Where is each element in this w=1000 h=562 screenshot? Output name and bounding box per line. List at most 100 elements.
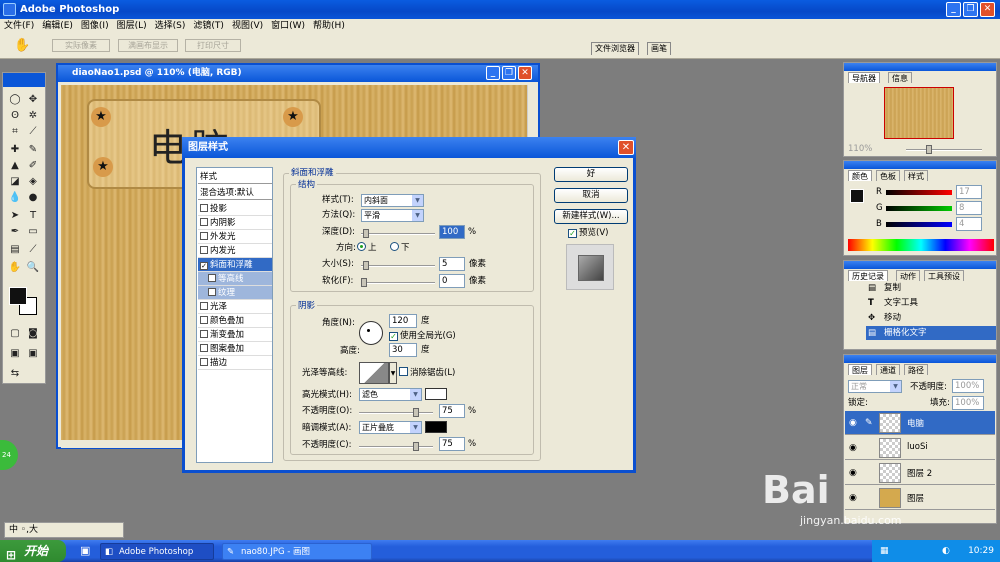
depth-slider-thumb[interactable] — [363, 229, 369, 238]
quickmask-mode-icon[interactable]: ◙ — [25, 327, 41, 341]
checkbox[interactable] — [200, 330, 208, 338]
soften-input[interactable]: 0 — [439, 274, 465, 288]
menu-select[interactable]: 选择(S) — [151, 19, 190, 34]
direction-down-radio[interactable]: 下 — [390, 242, 410, 254]
layer-row[interactable]: ◉ luoSi — [845, 436, 995, 460]
dialog-title-bar[interactable]: 图层样式 — [182, 137, 636, 158]
navigator-zoom[interactable]: 110% — [848, 143, 872, 155]
clock[interactable]: 10:29 — [968, 546, 994, 556]
history-item-selected[interactable]: ▤ 栅格化文字 — [866, 326, 996, 340]
eye-icon[interactable]: ◉ — [849, 468, 857, 478]
blue-input[interactable]: 4 — [956, 217, 982, 231]
gloss-contour-picker[interactable] — [359, 362, 389, 384]
path-select-icon[interactable]: ➤ — [7, 209, 23, 223]
tab-info[interactable]: 信息 — [888, 72, 912, 83]
style-item-inner-glow[interactable]: 内发光 — [198, 244, 272, 258]
soften-slider-thumb[interactable] — [361, 278, 367, 287]
highlight-opacity-thumb[interactable] — [413, 408, 419, 417]
new-style-button[interactable]: 新建样式(W)... — [554, 209, 628, 224]
checkbox[interactable] — [200, 204, 208, 212]
tab-swatches[interactable]: 色板 — [876, 170, 900, 181]
radio[interactable] — [390, 242, 399, 251]
highlight-opacity-slider[interactable] — [359, 408, 433, 417]
tab-history[interactable]: 历史记录 — [848, 270, 888, 281]
bevel-style-select[interactable]: 内斜面 ▼ — [361, 194, 424, 207]
floating-badge[interactable]: 24 — [0, 440, 18, 470]
zoom-tool-icon[interactable]: 🔍 — [25, 261, 41, 275]
menu-image[interactable]: 图像(I) — [77, 19, 113, 34]
checkbox[interactable] — [200, 302, 208, 310]
fill-input[interactable]: 100% — [952, 396, 984, 410]
checkbox-checked[interactable]: ✓ — [200, 262, 208, 270]
doc-close-button[interactable]: ✕ — [518, 66, 532, 80]
tab-layers[interactable]: 图层 — [848, 364, 872, 375]
taskbar-item-paint[interactable]: ✎ nao80.JPG - 画图 — [222, 543, 372, 560]
fullscreen-mode-icon[interactable]: ▣ — [25, 347, 41, 361]
close-button[interactable]: ✕ — [980, 2, 995, 17]
tray-icon[interactable]: ▦ — [880, 540, 889, 562]
angle-input[interactable]: 120 — [389, 314, 417, 328]
checkbox[interactable] — [208, 288, 216, 296]
opacity-input[interactable]: 100% — [952, 379, 984, 393]
checkbox[interactable] — [200, 316, 208, 324]
checkbox[interactable] — [200, 218, 208, 226]
checkbox[interactable] — [208, 274, 216, 282]
taskbar-item-photoshop[interactable]: ◧ Adobe Photoshop — [100, 543, 214, 560]
size-slider-thumb[interactable] — [363, 261, 369, 270]
lasso-tool-icon[interactable]: ʘ — [7, 109, 23, 123]
checkbox[interactable] — [200, 246, 208, 254]
eye-icon[interactable]: ◉ — [849, 443, 857, 453]
preview-checkbox[interactable]: ✓ 预览(V) — [568, 227, 608, 239]
dialog-close-button[interactable]: ✕ — [618, 140, 634, 155]
tab-paths[interactable]: 路径 — [904, 364, 928, 375]
navigator-zoom-slider[interactable] — [906, 145, 982, 154]
quicklaunch-icon[interactable]: ▣ — [80, 544, 90, 557]
technique-select[interactable]: 平滑 ▼ — [361, 209, 424, 222]
highlight-mode-select[interactable]: 滤色 ▼ — [359, 388, 422, 401]
history-item[interactable]: ▤ 复制 — [866, 281, 996, 295]
style-item-texture[interactable]: 纹理 — [198, 286, 272, 300]
pen-tool-icon[interactable]: ✒ — [7, 225, 23, 239]
altitude-input[interactable]: 30 — [389, 343, 417, 357]
styles-header[interactable]: 样式 — [198, 170, 272, 184]
red-slider[interactable] — [886, 190, 952, 195]
history-brush-icon[interactable]: ✐ — [25, 159, 41, 173]
tab-actions[interactable]: 动作 — [896, 270, 920, 281]
shadow-color-swatch[interactable] — [425, 421, 447, 433]
blend-mode-select[interactable]: 正常 ▼ — [848, 380, 902, 393]
size-input[interactable]: 5 — [439, 257, 465, 271]
chevron-down-icon[interactable]: ▼ — [389, 362, 397, 384]
blur-tool-icon[interactable]: 💧 — [7, 191, 23, 205]
imageready-icon[interactable]: ⇆ — [7, 367, 23, 381]
eye-icon[interactable]: ◉ — [849, 493, 857, 503]
style-item-drop-shadow[interactable]: 投影 — [198, 202, 272, 216]
menu-window[interactable]: 窗口(W) — [267, 19, 309, 34]
fg-color-swatch[interactable] — [850, 189, 864, 203]
menu-view[interactable]: 视图(V) — [228, 19, 267, 34]
checkbox[interactable] — [200, 344, 208, 352]
soften-slider[interactable] — [361, 278, 435, 287]
style-item-gradient-overlay[interactable]: 渐变叠加 — [198, 328, 272, 342]
hand-tool-icon[interactable]: ✋ — [14, 38, 30, 53]
type-tool-icon[interactable]: T — [25, 209, 41, 223]
crop-tool-icon[interactable]: ⌗ — [7, 125, 23, 139]
depth-input[interactable]: 100 — [439, 225, 465, 239]
eyedropper-icon[interactable]: ⟋ — [25, 243, 41, 257]
shape-tool-icon[interactable]: ▭ — [25, 225, 41, 239]
menu-file[interactable]: 文件(F) — [0, 19, 38, 34]
shadow-opacity-input[interactable]: 75 — [439, 437, 465, 451]
tab-color[interactable]: 颜色 — [848, 170, 872, 181]
shadow-opacity-slider[interactable] — [359, 442, 433, 451]
move-tool-icon[interactable]: ✥ — [25, 93, 41, 107]
notes-tool-icon[interactable]: ▤ — [7, 243, 23, 257]
history-item[interactable]: T 文字工具 — [866, 296, 996, 310]
cancel-button[interactable]: 取消 — [554, 188, 628, 203]
highlight-color-swatch[interactable] — [425, 388, 447, 400]
eye-icon[interactable]: ◉ — [849, 418, 857, 428]
maximize-button[interactable]: ❐ — [963, 2, 978, 17]
zoom-slider-thumb[interactable] — [926, 145, 932, 154]
angle-dial[interactable] — [359, 321, 383, 345]
tab-navigator[interactable]: 导航器 — [848, 72, 880, 83]
volume-icon[interactable]: ◐ — [942, 540, 950, 562]
navigator-thumbnail[interactable] — [884, 87, 954, 139]
